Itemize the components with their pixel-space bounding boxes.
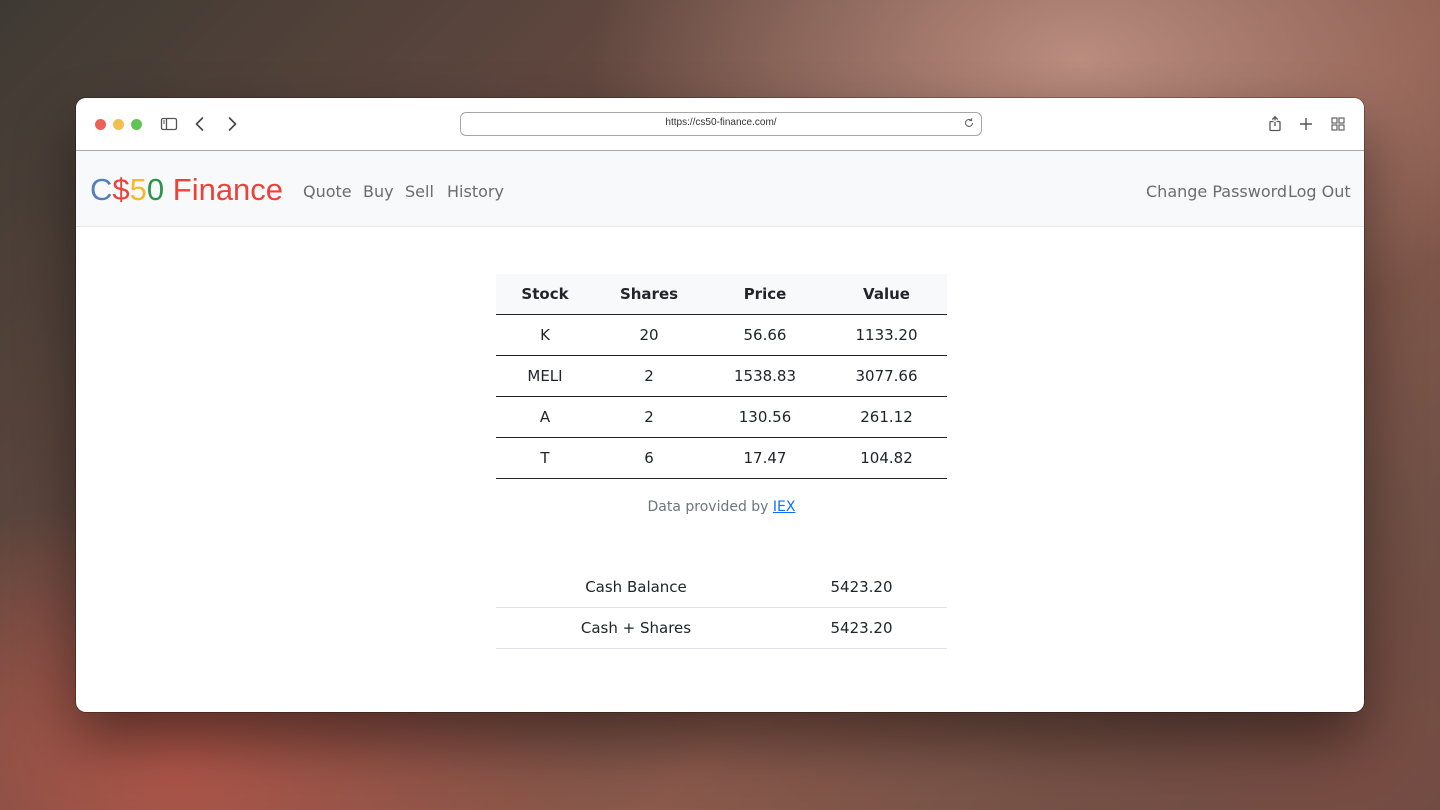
url-text: https://cs50-finance.com/ (665, 117, 777, 128)
column-header-value: Value (826, 274, 947, 315)
cash-balance-label: Cash Balance (496, 567, 776, 608)
value-cell: 261.12 (826, 396, 947, 438)
nav-history-link[interactable]: History (447, 182, 504, 201)
new-tab-icon[interactable] (1296, 114, 1316, 134)
share-icon[interactable] (1265, 114, 1285, 134)
shares-cell: 20 (594, 314, 704, 356)
total-value: 5423.20 (776, 607, 947, 649)
stock-cell: K (496, 314, 594, 356)
value-cell: 104.82 (826, 437, 947, 479)
price-cell: 1538.83 (704, 355, 826, 397)
portfolio-table: Stock Shares Price Value K 20 56.66 1133… (496, 274, 947, 479)
column-header-stock: Stock (496, 274, 594, 315)
table-row: A 2 130.56 261.12 (496, 396, 947, 438)
tab-overview-icon[interactable] (1328, 114, 1348, 134)
brand-zero: 0 (146, 172, 165, 207)
value-cell: 1133.20 (826, 314, 947, 356)
table-row: K 20 56.66 1133.20 (496, 314, 947, 356)
column-header-shares: Shares (594, 274, 704, 315)
nav-quote-link[interactable]: Quote (303, 182, 352, 201)
price-cell: 17.47 (704, 437, 826, 479)
maximize-window-button[interactable] (131, 119, 142, 130)
address-bar[interactable]: https://cs50-finance.com/ (460, 112, 982, 136)
forward-icon[interactable] (222, 114, 242, 134)
shares-cell: 2 (594, 355, 704, 397)
stock-cell: T (496, 437, 594, 479)
cash-balance-value: 5423.20 (776, 567, 947, 608)
back-icon[interactable] (190, 114, 210, 134)
reload-icon[interactable] (963, 117, 975, 129)
iex-link[interactable]: IEX (773, 499, 796, 515)
stock-cell: MELI (496, 355, 594, 397)
brand-dollar: $ (112, 172, 130, 207)
sidebar-toggle-icon[interactable] (159, 114, 179, 134)
table-row: T 6 17.47 104.82 (496, 437, 947, 479)
table-row: Cash + Shares 5423.20 (496, 607, 947, 649)
brand-letter-c: C (90, 172, 113, 207)
table-row: Cash Balance 5423.20 (496, 567, 947, 608)
brand-finance: Finance (164, 172, 284, 207)
attribution-text: Data provided by (647, 499, 769, 515)
nav-buy-link[interactable]: Buy (363, 182, 394, 201)
table-row: MELI 2 1538.83 3077.66 (496, 355, 947, 397)
nav-sell-link[interactable]: Sell (405, 182, 434, 201)
column-header-price: Price (704, 274, 826, 315)
price-cell: 130.56 (704, 396, 826, 438)
close-window-button[interactable] (95, 119, 106, 130)
brand-logo[interactable]: C$50 Finance (90, 173, 283, 207)
browser-window: https://cs50-finance.com/ C$50 Finance Q… (76, 98, 1364, 712)
value-cell: 3077.66 (826, 355, 947, 397)
site-navbar: C$50 Finance Quote Buy Sell History Chan… (76, 151, 1364, 227)
minimize-window-button[interactable] (113, 119, 124, 130)
nav-change-password-link[interactable]: Change Password (1146, 182, 1287, 201)
data-attribution: Data provided by IEX (496, 499, 947, 515)
portfolio-header-row: Stock Shares Price Value (496, 274, 947, 315)
total-label: Cash + Shares (496, 607, 776, 649)
shares-cell: 2 (594, 396, 704, 438)
nav-log-out-link[interactable]: Log Out (1288, 182, 1351, 201)
brand-five: 5 (129, 172, 147, 207)
stock-cell: A (496, 396, 594, 438)
price-cell: 56.66 (704, 314, 826, 356)
cash-summary-table: Cash Balance 5423.20 Cash + Shares 5423.… (496, 567, 947, 649)
browser-toolbar: https://cs50-finance.com/ (76, 98, 1364, 151)
shares-cell: 6 (594, 437, 704, 479)
